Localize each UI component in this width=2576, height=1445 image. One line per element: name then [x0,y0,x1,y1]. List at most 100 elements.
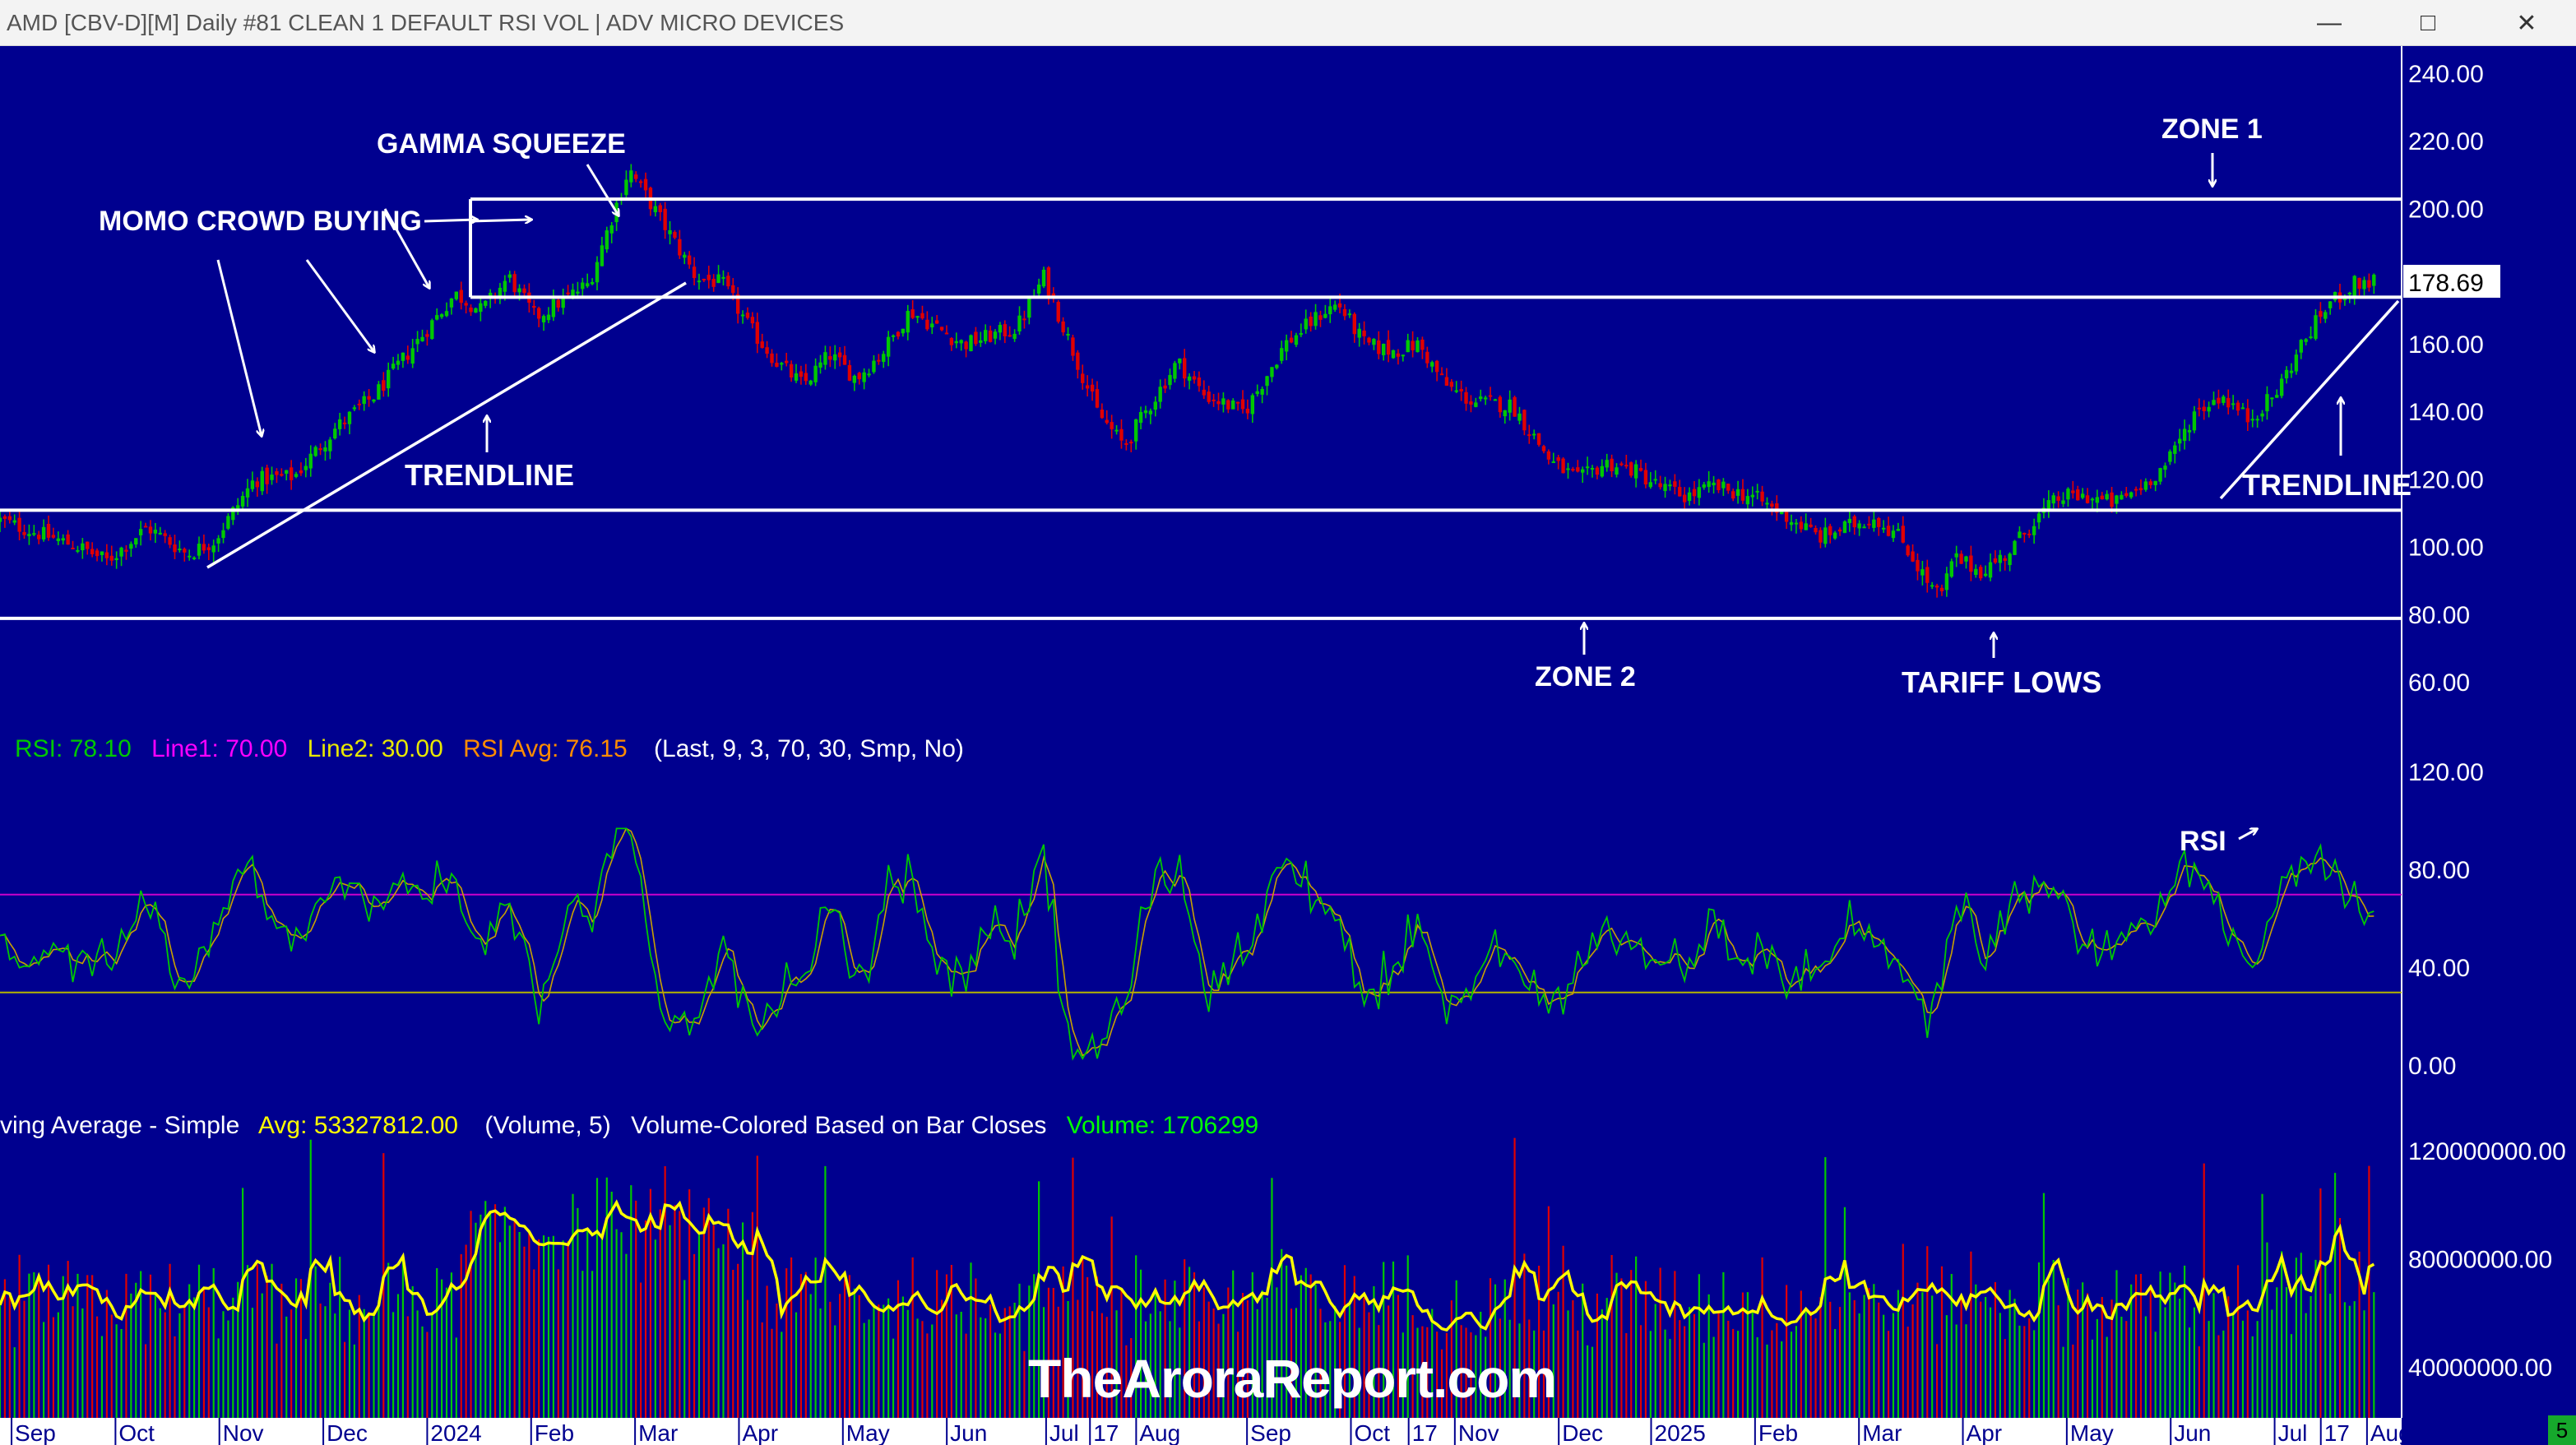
candle-body [0,517,2,522]
candle-body [1318,315,1323,320]
candle-body [2367,280,2371,288]
candle-body [2163,465,2167,470]
candle-body [2372,274,2376,286]
candle-body [833,354,837,361]
candle-body [216,538,220,544]
candle-body [2357,277,2361,289]
candle-body [678,239,682,256]
candle-body [1464,391,1468,404]
candle-body [2275,395,2279,398]
candle-body [799,371,804,377]
volume-tick-label: 40000000.00 [2408,1355,2552,1382]
candle-body [1347,313,1352,316]
candle-body [600,245,605,266]
x-tick-label: Dec [1562,1420,1603,1445]
candle-body [474,308,478,313]
candle-body [1891,530,1896,539]
candle-body [1449,382,1454,387]
candle-body [1143,410,1148,414]
candle-body [726,276,730,287]
candle-body [1367,337,1371,343]
candle-body [415,339,419,345]
candle-body [1673,481,1677,487]
candle-body [2202,406,2206,411]
candle-body [357,403,361,405]
candle-body [920,313,924,319]
candle-body [1119,428,1124,441]
candle-body [2013,540,2017,555]
candle-body [668,229,672,234]
candle-body [420,336,424,342]
candle-body [2217,397,2221,404]
annotation-zone-1: ZONE 1 [2161,113,2263,145]
candle-body [1226,400,1230,410]
candle-body [595,262,600,283]
x-tick-label: Sep [15,1420,56,1445]
candle-body [740,314,745,317]
candle-body [1595,467,1600,475]
candle-body [1401,354,1406,357]
candle-body [1017,315,1022,331]
candle-body [683,254,687,258]
x-tick-label: Jun [950,1420,987,1445]
candle-body [396,360,401,365]
candle-body [1022,318,1026,321]
candle-body [536,308,541,319]
close-icon[interactable]: ✕ [2477,0,2576,46]
candle-body [308,453,313,469]
candle-body [377,384,381,400]
candle-body [1046,267,1051,297]
candle-body [1076,352,1080,370]
candle-body [910,309,915,318]
watermark: TheAroraReport.com [1028,1348,1557,1409]
candle-body [2036,513,2041,523]
candle-body [56,538,61,541]
candle-body [2120,494,2124,500]
candle-body [313,447,317,456]
candle-body [1289,337,1294,343]
candle-body [1638,468,1643,471]
candle-body [1377,340,1381,354]
x-tick-label: Oct [1355,1420,1391,1445]
candle-body [1692,489,1697,497]
candle-body [1187,376,1192,381]
candle-body [270,475,274,480]
candle-body [1678,487,1682,497]
candle-body [780,363,784,365]
candle-body [1056,302,1060,322]
candle-body [114,558,118,561]
candle-body [1571,469,1575,471]
candle-body [2240,407,2245,410]
candle-body [896,331,901,337]
candle-body [974,331,978,345]
candle-body [925,319,929,330]
minimize-icon[interactable]: — [2280,0,2379,46]
candle-body [2192,411,2197,431]
candle-body [1105,419,1109,424]
candle-body [643,178,648,191]
candle-body [954,340,958,344]
volume-legend-prefix: ving Average - Simple [0,1112,239,1139]
candle-body [1969,555,1973,572]
maximize-icon[interactable]: □ [2379,0,2477,46]
candle-body [2124,493,2129,497]
x-tick-label: Dec [327,1420,368,1445]
rsi-legend-avg-name: RSI Avg [463,735,552,762]
candle-body [1988,562,1993,578]
candle-body [2235,402,2240,411]
candle-body [27,534,31,536]
candle-body [1581,469,1585,473]
candle-body [585,283,590,287]
candle-body [386,369,391,389]
candle-body [934,320,939,324]
candle-body [265,467,269,484]
candle-body [1129,442,1133,444]
x-tick-label: Sep [1250,1420,1291,1445]
candle-body [711,278,716,287]
candle-body [1717,479,1721,490]
stock-chart: 240.00220.00200.00180.00160.00140.00120.… [0,46,2576,1445]
candle-body [1178,358,1182,364]
candle-body [1877,517,1881,527]
candle-body [12,520,16,523]
candle-body [775,363,779,368]
